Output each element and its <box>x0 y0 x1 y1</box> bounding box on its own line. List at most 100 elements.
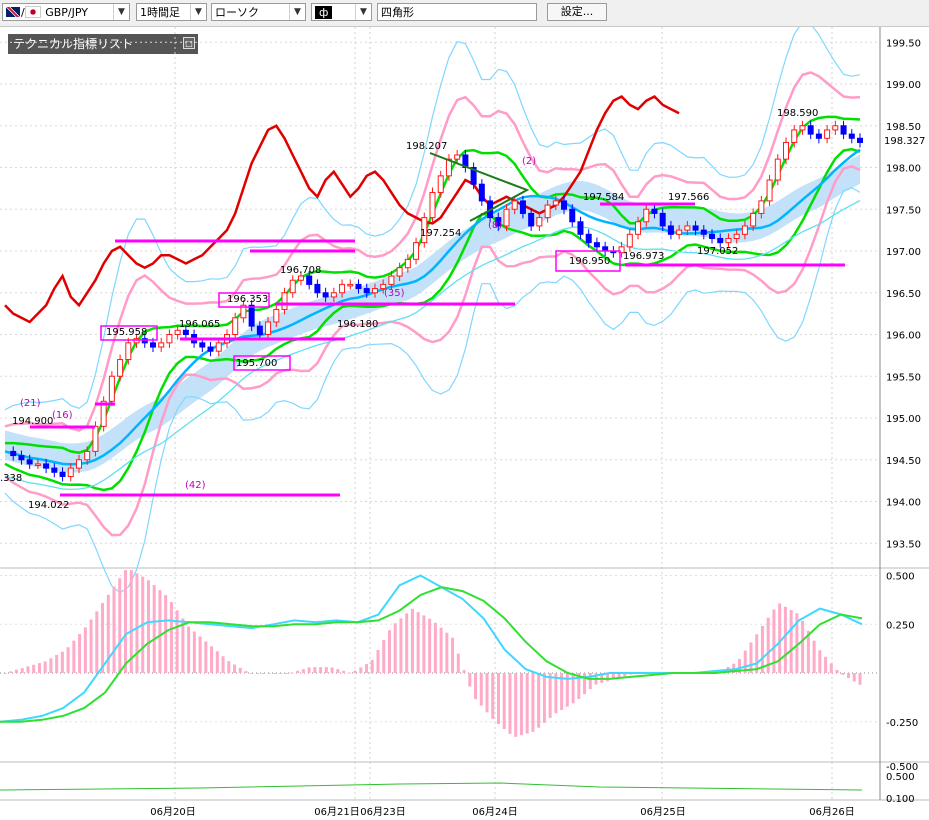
date-tick-label: 06月23日 <box>360 806 405 818</box>
drawing-tool-field[interactable]: 四角形 <box>377 3 537 21</box>
japan-flag-icon <box>24 6 41 18</box>
histogram-bar <box>20 668 24 673</box>
histogram-bar <box>198 636 202 673</box>
candle-body <box>59 471 66 477</box>
chevron-down-icon[interactable]: ▼ <box>289 4 305 20</box>
candle-body <box>363 288 370 294</box>
candle-body <box>125 342 132 361</box>
chart-style-select[interactable]: ローソク ▼ <box>211 3 306 21</box>
histogram-bar <box>583 673 587 695</box>
price-annotation: 196.065 <box>179 319 220 330</box>
candle-body <box>766 179 773 202</box>
symbol-select[interactable]: / GBP/JPY ▼ <box>2 3 130 21</box>
histogram-bar <box>124 570 128 673</box>
histogram-bar <box>399 618 403 673</box>
price-annotation: 197.052 <box>697 246 738 257</box>
date-tick-label: 06月26日 <box>809 806 854 818</box>
histogram-bar <box>175 610 179 673</box>
histogram-bar <box>238 667 242 673</box>
price-annotation: 197.584 <box>583 192 624 203</box>
chevron-down-icon[interactable]: ▼ <box>355 4 371 20</box>
histogram-bar <box>284 673 288 674</box>
timeframe-select[interactable]: 1時間足 ▼ <box>136 3 207 21</box>
histogram-bar <box>72 640 76 673</box>
histogram-bar <box>118 578 122 673</box>
histogram-bar <box>525 673 529 734</box>
histogram-bar <box>330 667 334 673</box>
candle-body <box>659 212 666 227</box>
histogram-bar <box>164 595 168 673</box>
histogram-bar <box>824 656 828 673</box>
candle-body <box>330 292 337 298</box>
candle-body <box>289 279 296 294</box>
histogram-bar <box>445 632 449 673</box>
drawing-tool-label: 四角形 <box>381 6 414 19</box>
candle-body <box>643 208 650 223</box>
candle-body <box>51 467 58 473</box>
lower-indicator-line <box>0 782 863 791</box>
histogram-bar <box>95 611 99 673</box>
histogram-bar <box>324 667 328 673</box>
price-annotation: 198.590 <box>777 108 818 119</box>
histogram-bar <box>152 585 156 673</box>
histogram-bar <box>812 640 816 673</box>
candle-body <box>857 137 863 143</box>
price-tick-label: 197.00 <box>886 247 921 258</box>
candle-body <box>585 233 592 244</box>
price-annotation: 197.566 <box>668 192 709 203</box>
candle-body <box>429 192 436 219</box>
candle-body <box>807 125 814 135</box>
uk-flag-icon <box>6 7 20 17</box>
chevron-down-icon[interactable]: ▼ <box>190 4 206 20</box>
histogram-bar <box>227 661 231 673</box>
histogram-bar <box>55 655 59 673</box>
histogram-bar <box>278 673 282 674</box>
histogram-bar <box>135 573 139 673</box>
candle-body <box>149 342 156 348</box>
candle-body <box>815 133 822 139</box>
bollinger-bands <box>4 27 861 594</box>
histogram-bar <box>267 673 271 674</box>
candle-body <box>34 463 41 466</box>
price-tick-label: 195.00 <box>886 414 921 425</box>
candle-body <box>322 292 329 298</box>
candle-body <box>561 200 568 210</box>
histogram-bar <box>14 669 18 673</box>
candle-body <box>117 359 124 377</box>
candle-body <box>158 342 165 348</box>
histogram-bar <box>353 670 357 673</box>
price-annotation: 198.207 <box>406 141 447 152</box>
histogram-bar <box>496 673 500 725</box>
candle-body <box>248 304 255 327</box>
histogram-bar <box>313 667 317 673</box>
candle-body <box>478 183 485 202</box>
price-tick-label: 196.00 <box>886 331 921 342</box>
candle-body <box>339 283 346 294</box>
cursor-tool-select[interactable]: ф ▼ <box>311 3 372 21</box>
price-chart[interactable]: 198.207 198.590 197.584 197.566 197.052 197.2… <box>0 27 929 820</box>
histogram-bar <box>382 640 386 673</box>
candle-body <box>256 325 263 335</box>
settings-button[interactable]: 設定... <box>547 3 607 21</box>
chevron-down-icon[interactable]: ▼ <box>113 4 129 20</box>
histogram-bar <box>451 637 455 673</box>
histogram-bar <box>439 627 443 673</box>
price-tick-label: 199.50 <box>886 38 921 49</box>
candle-body <box>84 450 91 461</box>
histogram-bar <box>221 656 225 673</box>
price-tick-label: 197.50 <box>886 205 921 216</box>
histogram-bar <box>542 673 546 723</box>
candle-body <box>569 208 576 223</box>
histogram-bar <box>456 653 460 673</box>
histogram-bar <box>410 608 414 673</box>
histogram-bar <box>387 630 391 673</box>
price-annotation: .338 <box>0 473 22 484</box>
price-annotation: 194.022 <box>28 500 69 511</box>
candle-body <box>709 233 716 239</box>
candle-body <box>182 329 189 336</box>
date-tick-label: 06月20日 <box>150 806 195 818</box>
toolbar: / GBP/JPY ▼ 1時間足 ▼ ローソク ▼ ф ▼ 四角形 設定... <box>0 0 929 27</box>
candle-body <box>676 229 683 235</box>
histogram-bar <box>60 651 64 673</box>
lower-tick-label: 0.500 <box>886 772 915 783</box>
